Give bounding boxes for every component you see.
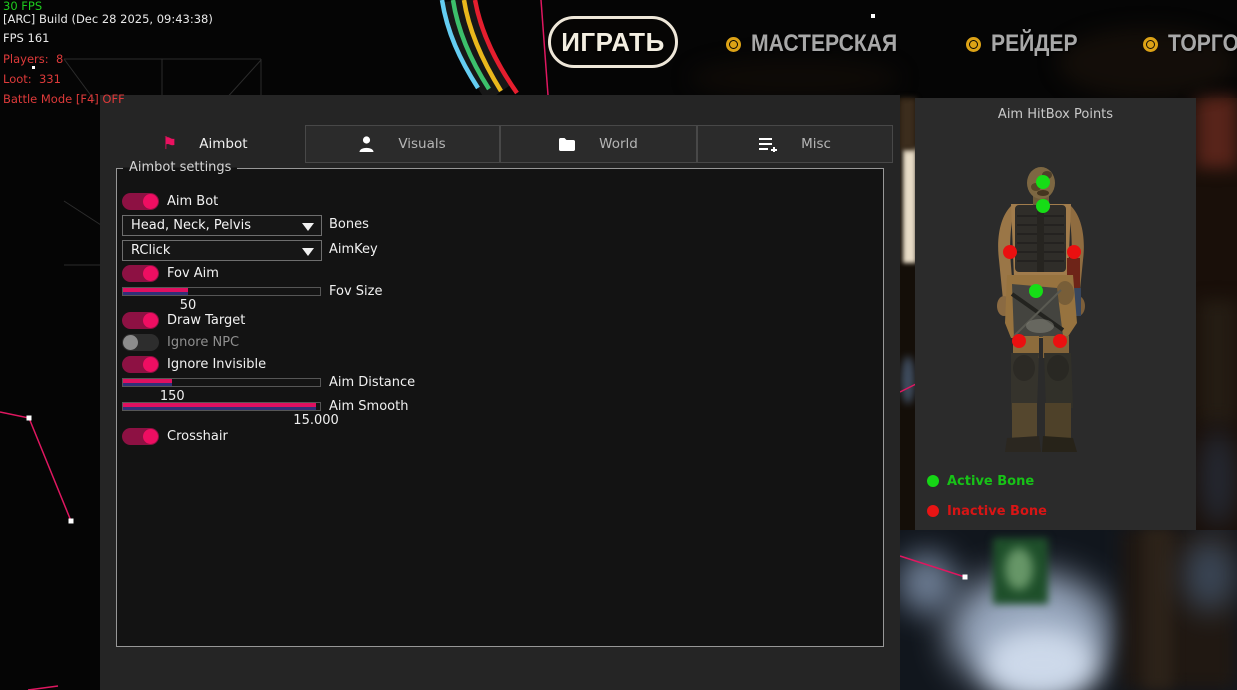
crosshair-label: Crosshair <box>167 428 228 445</box>
nav-item-label: МАСТЕРСКАЯ <box>751 30 897 58</box>
tab-label: Misc <box>801 136 831 152</box>
toggle-knob <box>143 357 158 372</box>
play-button[interactable]: ИГРАТЬ <box>548 16 678 68</box>
aim-bot-label: Aim Bot <box>167 193 218 210</box>
chevron-down-icon <box>302 248 314 256</box>
battle-mode-text: Battle Mode [F4] OFF <box>3 92 125 106</box>
aim-bot-row: Aim Bot <box>122 193 742 217</box>
coin-icon <box>726 37 741 52</box>
hitbox-preview-panel: Aim HitBox Points <box>915 98 1196 530</box>
tab-visuals[interactable]: Visuals <box>305 125 500 163</box>
aim-smooth-label: Aim Smooth <box>329 399 408 414</box>
aim-smooth-value: 15.000 <box>293 413 339 428</box>
dropdown-value: RClick <box>131 243 170 258</box>
active-bone-dot-icon <box>927 475 939 487</box>
ignore-invisible-label: Ignore Invisible <box>167 356 266 373</box>
nav-item-label: ТОРГО <box>1168 30 1237 58</box>
tab-label: World <box>599 136 638 152</box>
hitbox-dot-left-arm[interactable] <box>1003 245 1017 259</box>
aimkey-label: AimKey <box>329 242 378 257</box>
aimkey-dropdown[interactable]: RClick <box>122 240 322 261</box>
aim-bot-toggle[interactable] <box>122 193 159 210</box>
hitbox-dot-right-knee[interactable] <box>1053 334 1067 348</box>
toggle-knob <box>143 429 158 444</box>
hitbox-dot-head[interactable] <box>1036 175 1050 189</box>
ignore-npc-row: Ignore NPC <box>122 334 742 358</box>
fov-size-slider[interactable]: 50 <box>122 287 321 296</box>
flag-icon: ⚑ <box>162 136 177 153</box>
inactive-bone-label: Inactive Bone <box>947 504 1047 519</box>
aimbot-settings-group: Aimbot settings Aim Bot Head, Neck, Pelv… <box>116 168 884 647</box>
fov-size-label: Fov Size <box>329 284 382 299</box>
tab-aimbot[interactable]: ⚑ Aimbot <box>117 125 305 163</box>
hitbox-dot-left-knee[interactable] <box>1012 334 1026 348</box>
player-model <box>915 98 1196 530</box>
toggle-knob <box>143 313 158 328</box>
aim-smooth-slider[interactable]: 15.000 <box>122 402 321 411</box>
players-count-text: Players: 8 <box>3 52 63 66</box>
draw-target-toggle[interactable] <box>122 312 159 329</box>
screen: ИГРАТЬ МАСТЕРСКАЯ РЕЙДЕР ТОРГО 30 FPS [A… <box>0 0 1237 690</box>
cheat-overlay-info: 30 FPS [ARC] Build (Dec 28 2025, 09:43:3… <box>3 0 18 112</box>
sliders-icon <box>759 137 777 152</box>
aim-distance-slider[interactable]: 150 <box>122 378 321 387</box>
active-bone-label: Active Bone <box>947 474 1034 489</box>
folder-icon <box>559 138 575 151</box>
slider-fill <box>123 288 188 295</box>
crosshair-row: Crosshair <box>122 428 742 452</box>
toggle-knob <box>143 194 158 209</box>
chevron-down-icon <box>302 223 314 231</box>
bones-label: Bones <box>329 217 369 232</box>
tab-label: Aimbot <box>199 136 247 152</box>
hitbox-dot-right-arm[interactable] <box>1067 245 1081 259</box>
legend-active-bone: Active Bone <box>927 474 1034 488</box>
person-icon <box>359 136 374 152</box>
fov-size-value: 50 <box>180 298 197 313</box>
fov-size-row: 50 Fov Size <box>122 287 742 311</box>
tab-label: Visuals <box>398 136 445 152</box>
aimkey-row: RClick AimKey <box>122 240 742 264</box>
ignore-invisible-row: Ignore Invisible <box>122 356 742 380</box>
build-info-text: [ARC] Build (Dec 28 2025, 09:43:38) <box>3 12 213 26</box>
nav-item-workshop[interactable]: МАСТЕРСКАЯ <box>726 30 917 58</box>
fov-aim-toggle[interactable] <box>122 265 159 282</box>
dropdown-value: Head, Neck, Pelvis <box>131 218 251 233</box>
bones-row: Head, Neck, Pelvis Bones <box>122 215 742 239</box>
ignore-npc-toggle[interactable] <box>122 334 159 351</box>
coin-icon <box>966 37 981 52</box>
ignore-invisible-toggle[interactable] <box>122 356 159 373</box>
fov-aim-row: Fov Aim <box>122 265 742 289</box>
aim-smooth-row: 15.000 Aim Smooth <box>122 402 742 426</box>
inactive-bone-dot-icon <box>927 505 939 517</box>
nav-item-label: РЕЙДЕР <box>991 30 1078 58</box>
crosshair-toggle[interactable] <box>122 428 159 445</box>
cheat-menu-panel: ⚑ Aimbot Visuals World Misc Aimbot setti… <box>100 95 900 690</box>
coin-icon <box>1143 37 1158 52</box>
draw-target-label: Draw Target <box>167 312 245 329</box>
fps-text: FPS 161 <box>3 31 49 45</box>
bones-dropdown[interactable]: Head, Neck, Pelvis <box>122 215 322 236</box>
fov-aim-label: Fov Aim <box>167 265 219 282</box>
section-title: Aimbot settings <box>123 160 237 175</box>
tab-world[interactable]: World <box>500 125 697 163</box>
hitbox-dot-pelvis[interactable] <box>1029 284 1043 298</box>
legend-inactive-bone: Inactive Bone <box>927 504 1047 518</box>
tab-misc[interactable]: Misc <box>697 125 893 163</box>
slider-fill <box>123 379 172 386</box>
toggle-knob <box>143 266 158 281</box>
nav-item-trade[interactable]: ТОРГО <box>1143 30 1237 58</box>
ignore-npc-label: Ignore NPC <box>167 334 239 351</box>
draw-target-row: Draw Target <box>122 312 742 336</box>
hitbox-dot-neck[interactable] <box>1036 199 1050 213</box>
loot-count-text: Loot: 331 <box>3 72 61 86</box>
slider-fill <box>123 403 316 410</box>
aim-distance-label: Aim Distance <box>329 375 415 390</box>
nav-item-raider[interactable]: РЕЙДЕР <box>966 30 1089 58</box>
toggle-knob <box>123 335 138 350</box>
aim-distance-row: 150 Aim Distance <box>122 378 742 402</box>
